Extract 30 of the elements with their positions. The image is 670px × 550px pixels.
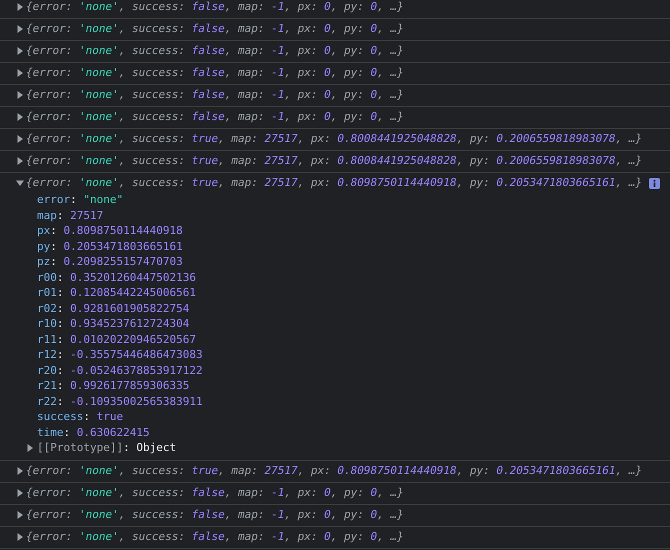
prototype-property[interactable]: [[Prototype]]: Object xyxy=(37,440,176,456)
object-property: time: 0.630622415 xyxy=(37,424,150,440)
object-property: r11: 0.01020220946520567 xyxy=(37,332,196,347)
object-summary[interactable]: {error: 'none', success: false, map: -1, px: 0, py: 0, …} xyxy=(26,88,404,102)
object-summary[interactable]: {error: 'none', success: true, map: 27517, px: 0.8008441925048828, py: 0.2006559818983078, …} xyxy=(26,154,642,168)
object-property: r02: 0.9281601905822754 xyxy=(37,300,190,316)
object-property: r12: -0.35575446486473083 xyxy=(37,347,203,362)
object-property: map: 27517 xyxy=(37,208,104,223)
object-summary[interactable]: {error: 'none', success: false, map: -1, px: 0, py: 0, …} xyxy=(26,508,404,522)
object-property: error: "none" xyxy=(37,192,124,208)
object-summary[interactable]: {error: 'none', success: true, map: 27517, px: 0.8098750114440918, py: 0.2053471803665161, …} xyxy=(26,464,642,478)
object-summary[interactable]: {error: 'none', success: false, map: -1, px: 0, py: 0, …} xyxy=(26,0,404,14)
object-property: success: true xyxy=(37,409,124,424)
object-summary[interactable]: {error: 'none', success: false, map: -1, px: 0, py: 0, …} xyxy=(26,110,404,124)
object-property: r21: 0.9926177859306335 xyxy=(37,378,190,394)
object-summary[interactable]: {error: 'none', success: false, map: -1, px: 0, py: 0, …} xyxy=(26,486,404,500)
object-summary[interactable]: {error: 'none', success: false, map: -1, px: 0, py: 0, …} xyxy=(26,66,404,80)
object-summary[interactable]: {error: 'none', success: false, map: -1, px: 0, py: 0, …} xyxy=(26,44,404,58)
object-property: px: 0.8098750114440918 xyxy=(37,223,183,238)
object-property: r01: 0.12085442245006561 xyxy=(37,285,196,300)
object-summary[interactable]: {error: 'none', success: true, map: 27517, px: 0.8008441925048828, py: 0.2006559818983078, …} xyxy=(26,132,642,146)
object-property: r22: -0.10935002565383911 xyxy=(37,394,203,409)
object-summary[interactable]: {error: 'none', success: false, map: -1, px: 0, py: 0, …} xyxy=(26,530,404,544)
object-property: py: 0.2053471803665161 xyxy=(37,238,183,254)
object-property: r10: 0.9345237612724304 xyxy=(37,316,190,332)
object-property: r20: -0.05246378853917122 xyxy=(37,362,203,378)
object-summary[interactable]: {error: 'none', success: true, map: 27517, px: 0.8098750114440918, py: 0.2053471803665161, …} xyxy=(26,176,642,190)
object-property: pz: 0.2098255157470703 xyxy=(37,254,183,270)
object-property: r00: 0.35201260447502136 xyxy=(37,270,196,285)
object-summary[interactable]: {error: 'none', success: false, map: -1, px: 0, py: 0, …} xyxy=(26,22,404,36)
